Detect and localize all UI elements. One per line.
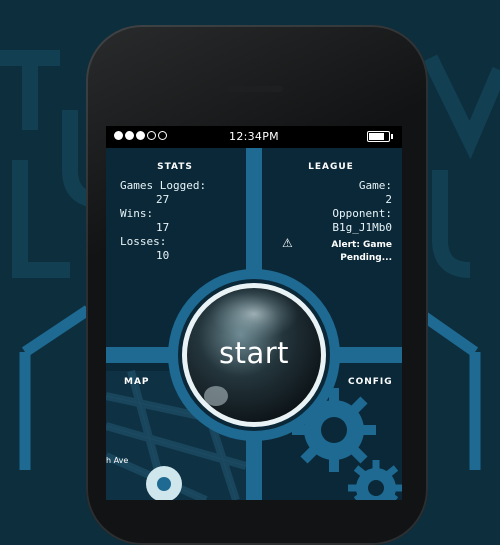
status-bar: 12:34PM	[106, 126, 402, 148]
wins-value: 17	[156, 221, 170, 234]
stats-title: STATS	[157, 162, 193, 172]
opponent-value: B1g_J1Mb0	[332, 221, 392, 234]
stats-panel[interactable]: STATS Games Logged: 27 Wins: 17 Losses: …	[120, 162, 230, 263]
map-street-label: h Ave	[106, 456, 129, 465]
games-logged-value: 27	[156, 193, 170, 206]
game-value: 2	[385, 193, 392, 206]
map-title[interactable]: MAP	[124, 377, 150, 387]
league-title: LEAGUE	[308, 162, 354, 172]
start-button-label: start	[218, 336, 290, 370]
battery-level	[369, 133, 384, 140]
wins-label: Wins:	[120, 207, 154, 220]
battery-icon	[367, 131, 393, 142]
losses-value: 10	[156, 249, 170, 262]
losses-label: Losses:	[120, 235, 167, 248]
warning-icon: ⚠	[282, 236, 293, 250]
alert-line-2: Pending...	[340, 253, 392, 263]
game-label: Game:	[358, 179, 392, 192]
config-title[interactable]: CONFIG	[348, 377, 393, 387]
start-button[interactable]: start	[182, 283, 326, 427]
status-time: 12:34PM	[229, 130, 279, 143]
opponent-label: Opponent:	[332, 207, 392, 220]
phone-screen: 12:34PM STATS Games Logged: 27 Wins: 17 …	[106, 126, 402, 500]
games-logged-label: Games Logged:	[120, 179, 207, 192]
